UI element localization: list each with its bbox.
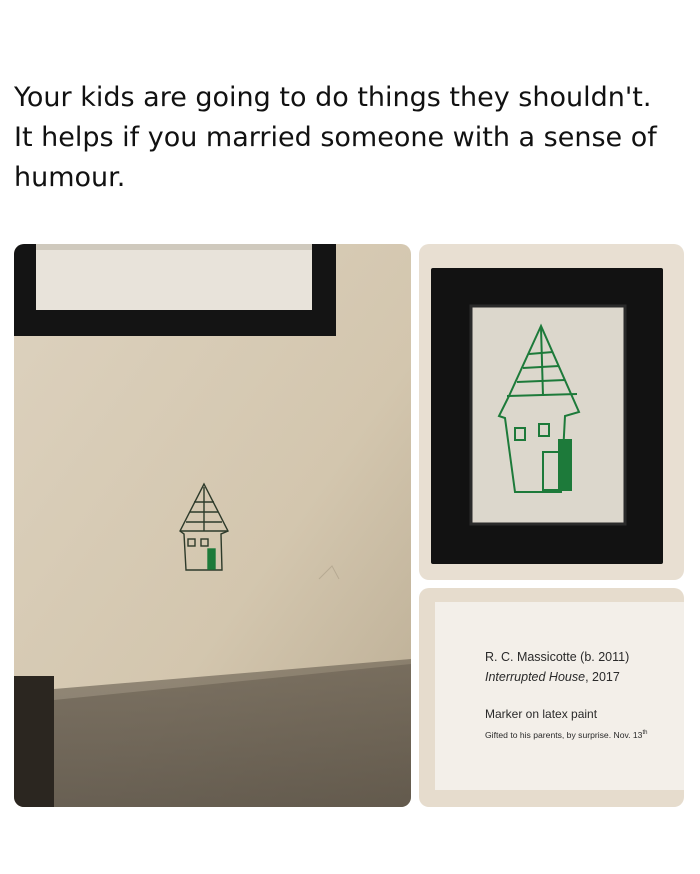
label-credit-line: Gifted to his parents, by surprise. Nov.… <box>485 730 647 740</box>
label-year: , 2017 <box>585 670 620 684</box>
label-artist: R. C. Massicotte (b. 2011) <box>485 650 630 664</box>
museum-label-card: R. C. Massicotte (b. 2011) Interrupted H… <box>435 618 684 793</box>
museum-label-photo: R. C. Massicotte (b. 2011) Interrupted H… <box>419 588 684 807</box>
label-medium: Marker on latex paint <box>485 707 598 721</box>
wall-picture-frame <box>14 244 336 336</box>
framed-drawing-photo <box>419 244 684 580</box>
label-title-line: Interrupted House, 2017 <box>485 670 620 684</box>
label-title: Interrupted House <box>485 670 586 684</box>
label-credit: Gifted to his parents, by surprise. Nov.… <box>485 730 643 740</box>
label-credit-sup: th <box>642 730 648 737</box>
post-caption: Your kids are going to do things they sh… <box>14 82 657 193</box>
wall-drawing-photo <box>14 244 411 807</box>
